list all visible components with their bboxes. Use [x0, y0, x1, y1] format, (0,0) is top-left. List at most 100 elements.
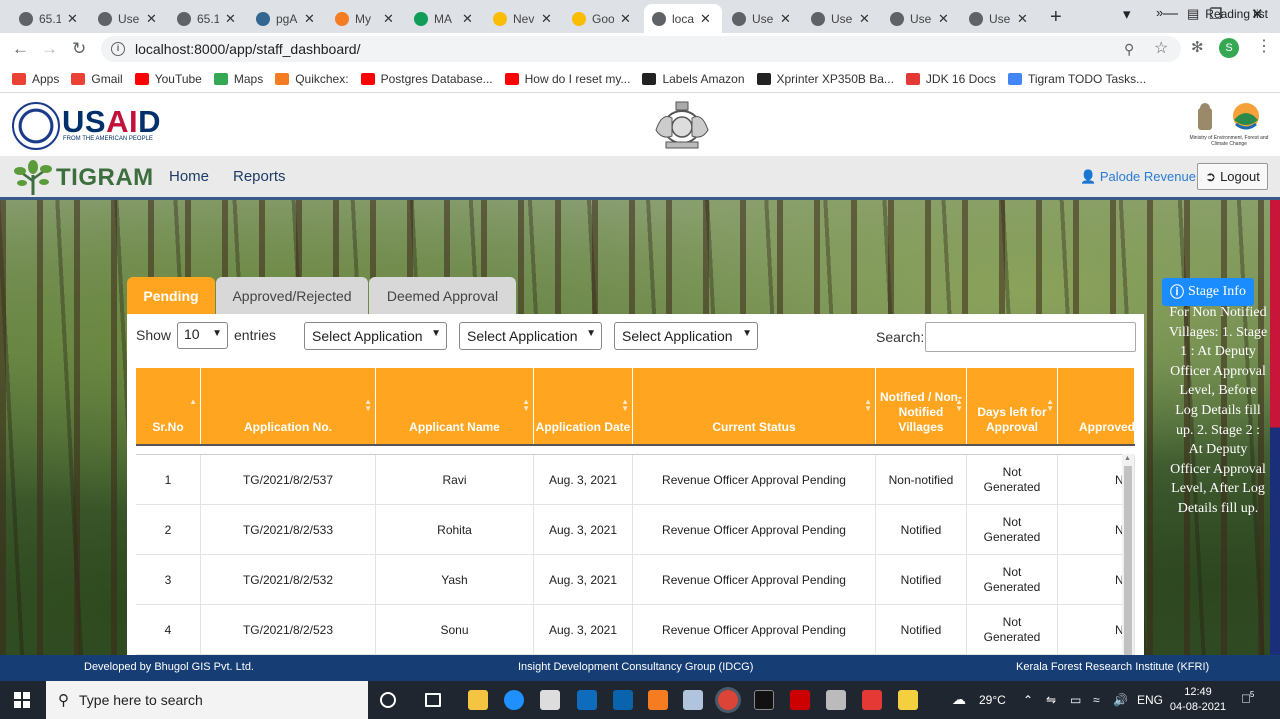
table-scrollbar[interactable]: ▲ [1122, 454, 1134, 655]
back-icon[interactable]: ← [12, 39, 29, 59]
tray-battery-icon[interactable]: ▭ [1070, 693, 1081, 707]
table-row[interactable]: 2 TG/2021/8/2/533 Rohita Aug. 3, 2021 Revenu… [136, 505, 1135, 555]
bookmark-star-icon[interactable]: ☆ [1154, 38, 1168, 58]
close-tab-icon[interactable]: ✕ [304, 11, 315, 27]
column-header[interactable]: Notified / Non-Notified Villages ▲ ▼ [876, 368, 967, 444]
bookmark-item[interactable]: Labels Amazon [642, 72, 745, 86]
browser-tab[interactable]: My ✕ [327, 4, 405, 33]
close-tab-icon[interactable]: ✕ [938, 11, 949, 27]
application-filter-select-1[interactable]: Select Application ▼ [304, 322, 447, 350]
taskbar-clock[interactable]: 12:49 04-08-2021 [1168, 685, 1228, 715]
close-tab-icon[interactable]: ✕ [67, 11, 78, 27]
nav-home-link[interactable]: Home [169, 168, 209, 185]
app-icon[interactable] [683, 690, 703, 710]
close-tab-icon[interactable]: ✕ [225, 11, 236, 27]
browser-tab[interactable]: loca ✕ [644, 4, 722, 33]
weather-temp[interactable]: 29°C [979, 693, 1006, 707]
tray-volume-icon[interactable]: 🔊 [1113, 693, 1128, 707]
table-row[interactable]: 1 TG/2021/8/2/537 Ravi Aug. 3, 2021 Revenue … [136, 455, 1135, 505]
tigram-logo[interactable]: TIGRAM [14, 159, 154, 197]
tray-network-icon[interactable]: ⇋ [1046, 693, 1056, 707]
table-row[interactable]: 3 TG/2021/8/2/532 Yash Aug. 3, 2021 Revenue … [136, 555, 1135, 605]
mail-icon[interactable] [577, 690, 597, 710]
tab-approved-rejected[interactable]: Approved/Rejected [216, 277, 368, 314]
scroll-up-icon[interactable]: ▲ [1124, 455, 1131, 462]
close-tab-icon[interactable]: ✕ [700, 11, 711, 27]
close-tab-icon[interactable]: ✕ [541, 11, 552, 27]
minimize-button[interactable]: — [1163, 5, 1178, 22]
file-explorer-icon[interactable] [468, 690, 488, 710]
browser-tab[interactable]: pgA ✕ [248, 4, 326, 33]
bookmark-item[interactable]: JDK 16 Docs [905, 72, 996, 86]
reload-icon[interactable]: ↻ [72, 39, 86, 59]
column-header[interactable]: Current Status ▲ ▼ [633, 368, 876, 444]
address-bar[interactable]: i localhost:8000/app/staff_dashboard/ [101, 36, 1181, 62]
scrollbar-thumb[interactable] [1124, 466, 1132, 655]
forward-icon[interactable]: → [41, 39, 58, 59]
bookmark-item[interactable]: Apps [12, 72, 59, 86]
browser-tab[interactable]: Use ✕ [90, 4, 168, 33]
tab-pending[interactable]: Pending [127, 277, 215, 314]
logout-button[interactable]: ➲ Logout [1197, 163, 1268, 190]
bookmark-item[interactable]: Gmail [71, 72, 123, 86]
new-tab-button[interactable]: + [1050, 6, 1062, 29]
reading-list-button[interactable]: ▤ Reading list [1187, 6, 1268, 22]
browser-tab[interactable]: Goo ✕ [564, 4, 642, 33]
close-tab-icon[interactable]: ✕ [462, 11, 473, 27]
user-profile-link[interactable]: 👤 Palode Revenue [1080, 169, 1196, 185]
stage-info-button[interactable]: ⓘ Stage Info [1162, 278, 1254, 306]
sublime-icon[interactable] [648, 690, 668, 710]
application-filter-select-3[interactable]: Select Application ▼ [614, 322, 758, 350]
task-view-icon[interactable] [425, 693, 441, 707]
menu-icon[interactable]: ⋮ [1256, 36, 1272, 56]
column-header[interactable]: Application Date ▲ ▼ [534, 368, 633, 444]
mcafee-icon[interactable] [790, 690, 810, 710]
windows-start-icon[interactable] [14, 692, 30, 708]
zoom-icon[interactable]: ⚲ [1124, 41, 1134, 58]
bookmark-item[interactable]: Postgres Database... [360, 72, 493, 86]
tray-wifi-icon[interactable]: ≈ [1093, 693, 1100, 707]
store-icon[interactable] [540, 690, 560, 710]
notes-icon[interactable] [898, 690, 918, 710]
extensions-icon[interactable]: ✻ [1191, 38, 1204, 56]
bookmark-item[interactable]: Quikchex: [275, 72, 349, 86]
weather-icon[interactable]: ☁ [952, 691, 966, 708]
taskbar-search-box[interactable]: ⚲ Type here to search [46, 681, 368, 719]
browser-tab[interactable]: Use ✕ [803, 4, 881, 33]
tray-language[interactable]: ENG [1137, 693, 1163, 707]
profile-avatar[interactable]: S [1219, 38, 1239, 58]
browser-tab[interactable]: Use ✕ [882, 4, 960, 33]
edge-icon[interactable] [504, 690, 524, 710]
column-header[interactable]: Days left for Approval ▲ ▼ [967, 368, 1058, 444]
cortana-icon[interactable] [380, 692, 396, 708]
close-tab-icon[interactable]: ✕ [859, 11, 870, 27]
browser-tab[interactable]: Use ✕ [961, 4, 1039, 33]
page-size-select[interactable]: 10 ▼ [177, 322, 228, 349]
anydesk-icon[interactable] [862, 690, 882, 710]
tray-chevron-icon[interactable]: ⌃ [1023, 693, 1033, 707]
application-filter-select-2[interactable]: Select Application ▼ [459, 322, 602, 350]
bookmark-item[interactable]: Xprinter XP350B Ba... [756, 72, 894, 86]
bookmarks-more-button[interactable]: » [1156, 5, 1163, 20]
column-header[interactable]: Approved [1058, 368, 1135, 444]
terminal-icon[interactable] [754, 690, 774, 710]
table-row[interactable]: 4 TG/2021/8/2/523 Sonu Aug. 3, 2021 Revenue … [136, 605, 1135, 655]
close-tab-icon[interactable]: ✕ [146, 11, 157, 27]
browser-tab[interactable]: Nev ✕ [485, 4, 563, 33]
nav-reports-link[interactable]: Reports [233, 168, 286, 185]
close-tab-icon[interactable]: ✕ [383, 11, 394, 27]
browser-tab[interactable]: Use ✕ [724, 4, 802, 33]
close-tab-icon[interactable]: ✕ [780, 11, 791, 27]
outlook-icon[interactable] [613, 690, 633, 710]
column-header[interactable]: Application No. ▲ ▼ [201, 368, 376, 444]
bookmark-item[interactable]: YouTube [134, 72, 202, 86]
photos-icon[interactable] [826, 690, 846, 710]
close-tab-icon[interactable]: ✕ [1017, 11, 1028, 27]
bookmark-item[interactable]: Tigram TODO Tasks... [1007, 72, 1146, 86]
browser-tab[interactable]: MA ✕ [406, 4, 484, 33]
bookmark-item[interactable]: How do I reset my... [504, 72, 630, 86]
notification-center-icon[interactable]: □5 [1242, 690, 1254, 705]
column-header[interactable]: Applicant Name ▲ ▼ [376, 368, 534, 444]
column-header[interactable]: Sr.No ▲ [136, 368, 201, 444]
site-info-icon[interactable]: i [111, 42, 125, 56]
